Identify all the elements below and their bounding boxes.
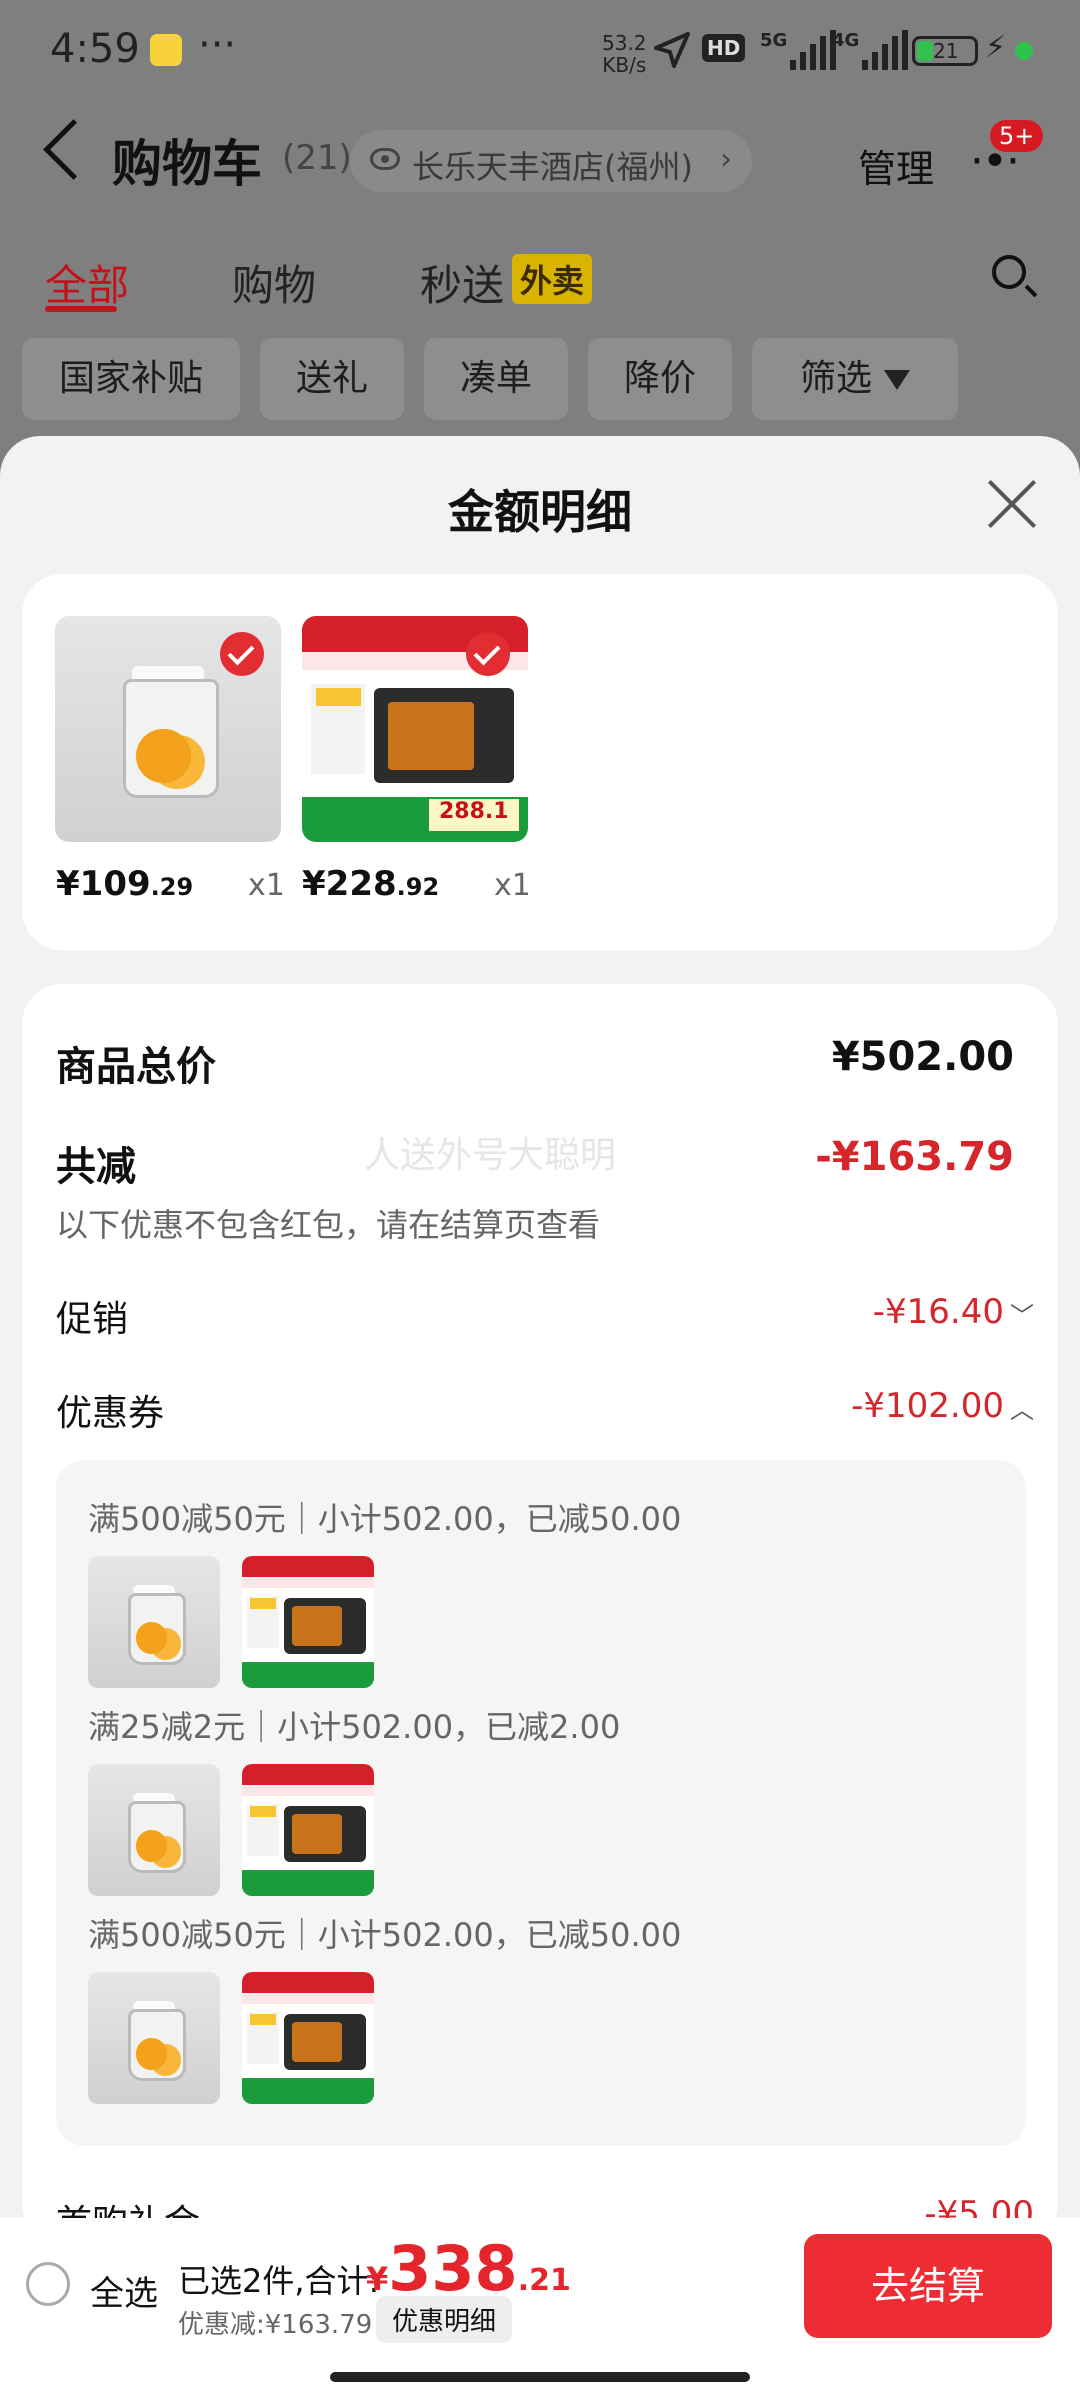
total-dec: .21: [517, 2263, 571, 2298]
reduce-label: 共减: [56, 1144, 136, 1190]
discount-detail-button[interactable]: 优惠明细: [376, 2296, 513, 2343]
sheet-title: 金额明细: [448, 485, 632, 539]
coupon-label: 优惠券: [56, 1393, 165, 1434]
charging-icon: ⚡: [985, 30, 1007, 65]
total-int: 338: [388, 2232, 518, 2305]
signal-4g-icon: 4G: [832, 30, 912, 70]
total-value: ¥502.00: [831, 1034, 1014, 1080]
status-bar: 4:59 ··· 53.2 KB/s HD 5G 4G 21 ⚡: [0, 0, 1080, 100]
store-name: 长乐天丰酒店(福州): [412, 148, 693, 186]
total-amount: ¥338.21: [366, 2232, 571, 2305]
battery-icon: 21: [912, 36, 978, 66]
battery-level: 21: [933, 39, 959, 63]
tab-instant-delivery[interactable]: 秒送: [420, 252, 504, 313]
tab-all[interactable]: 全部: [45, 252, 129, 313]
reduce-value: -¥163.79: [815, 1134, 1014, 1180]
price-int: ¥109: [56, 864, 151, 904]
net-speed-unit: KB/s: [602, 53, 647, 77]
total-label: 商品总价: [56, 1044, 216, 1090]
filter-bundle[interactable]: 凑单: [424, 338, 568, 420]
currency-symbol: ¥: [366, 2260, 389, 2298]
coupon-thumb-microwave: [242, 1764, 374, 1896]
price-int: ¥228: [302, 864, 397, 904]
coupon-thumb-microwave: [242, 1556, 374, 1688]
status-time: 4:59: [50, 26, 140, 72]
coupon-row[interactable]: -¥102.00 ︿: [851, 1386, 1034, 1426]
coupon-thumb-kettle: [88, 1764, 220, 1896]
network-speed: 53.2 KB/s: [602, 32, 647, 76]
coupon-desc: 满500减50元｜小计502.00，已减50.00: [88, 1916, 682, 1954]
message-badge: 5+: [990, 120, 1044, 152]
chevron-up-icon: ︿: [1010, 1396, 1034, 1424]
promotion-value: -¥16.40: [872, 1292, 1004, 1332]
filter-button[interactable]: 筛选: [752, 338, 958, 420]
close-icon[interactable]: [986, 478, 1038, 530]
discount-note: 以下优惠不包含红包，请在结算页查看: [56, 1206, 601, 1244]
active-tab-indicator: [45, 306, 117, 312]
selected-summary: 已选2件,合计:: [178, 2262, 380, 2300]
coupon-desc: 满25减2元｜小计502.00，已减2.00: [88, 1708, 621, 1746]
promotion-row[interactable]: -¥16.40 ﹀: [873, 1292, 1034, 1332]
app-notification-icon: [150, 34, 182, 66]
cart-count: (21): [282, 138, 352, 178]
product-quantity: x1: [248, 868, 285, 903]
price-dec: .92: [396, 873, 440, 901]
location-arrow-icon: [654, 32, 690, 68]
select-all-label[interactable]: 全选: [90, 2266, 158, 2315]
filter-national-subsidy[interactable]: 国家补贴: [22, 338, 240, 420]
promotion-label: 促销: [56, 1299, 129, 1340]
checkout-button[interactable]: 去结算: [804, 2234, 1052, 2338]
filter-price-drop-label: 降价: [623, 358, 696, 399]
home-indicator[interactable]: [330, 2372, 750, 2382]
chevron-right-icon: ›: [720, 142, 732, 177]
takeout-badge: 外卖: [512, 254, 593, 304]
coupon-value: -¥102.00: [851, 1386, 1004, 1426]
price-dec: .29: [150, 873, 194, 901]
eye-icon: [370, 148, 400, 170]
watermark-text: 人送外号大聪明: [364, 1135, 617, 1176]
product-price: ¥228.92: [302, 864, 439, 904]
microwave-price-tag: 288.1: [428, 799, 519, 831]
page-title: 购物车: [112, 135, 262, 193]
chevron-down-icon: ﹀: [1010, 1302, 1034, 1330]
discount-amount: 优惠减:¥163.79: [178, 2310, 373, 2340]
filter-gift[interactable]: 送礼: [260, 338, 404, 420]
filter-label: 筛选: [799, 358, 872, 399]
funnel-icon: [884, 370, 910, 390]
select-all-radio[interactable]: [26, 2262, 70, 2306]
more-notifications-icon: ···: [198, 22, 237, 68]
hd-voice-icon: HD: [702, 34, 746, 62]
product-quantity: x1: [494, 868, 531, 903]
product-price: ¥109.29: [56, 864, 193, 904]
selected-check-icon: [220, 632, 264, 676]
coupon-thumb-microwave: [242, 1972, 374, 2104]
tab-shopping[interactable]: 购物: [232, 252, 316, 313]
coupon-desc: 满500减50元｜小计502.00，已减50.00: [88, 1500, 682, 1538]
manage-button[interactable]: 管理: [858, 138, 934, 193]
search-icon[interactable]: [992, 255, 1026, 289]
coupon-thumb-kettle: [88, 1972, 220, 2104]
net-speed-value: 53.2: [602, 31, 647, 55]
filter-price-drop[interactable]: 降价: [588, 338, 732, 420]
selected-check-icon: [466, 632, 510, 676]
store-selector[interactable]: 长乐天丰酒店(福州) ›: [350, 130, 752, 192]
privacy-indicator-icon: [1015, 42, 1033, 60]
coupon-thumb-kettle: [88, 1556, 220, 1688]
signal-5g-icon: 5G: [760, 30, 840, 70]
back-icon[interactable]: [43, 119, 104, 180]
